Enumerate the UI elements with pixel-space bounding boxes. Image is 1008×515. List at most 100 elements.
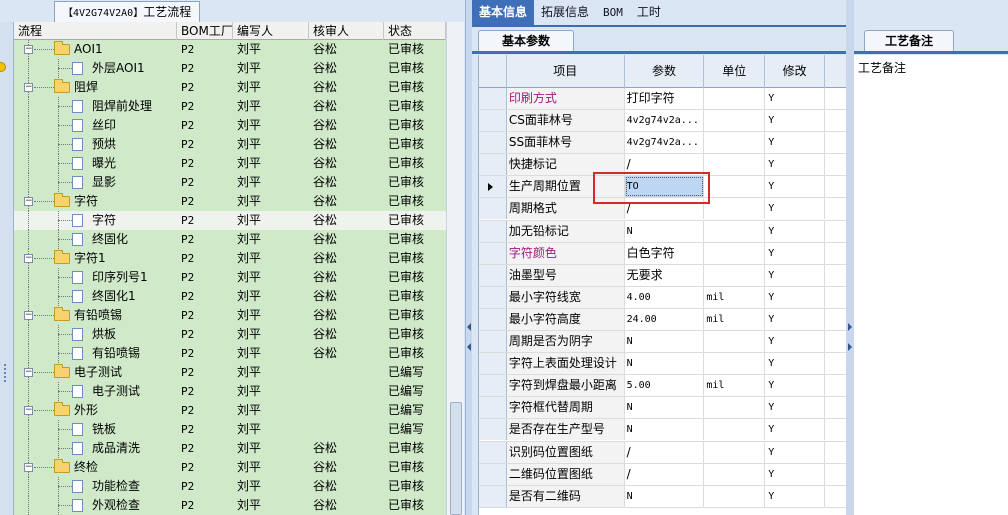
tree-vertical-scrollbar[interactable] — [446, 22, 464, 515]
tree-step-row[interactable]: 显影 P2 刘平 谷松 已审核 — [14, 173, 446, 192]
collapse-right-arrow-icon[interactable] — [848, 323, 852, 331]
param-value-cell[interactable]: / — [625, 198, 705, 220]
param-modify-cell[interactable]: Y — [765, 242, 826, 264]
tree-step-row[interactable]: 预烘 P2 刘平 谷松 已审核 — [14, 135, 446, 154]
param-value-cell[interactable]: N — [625, 397, 705, 419]
param-value-cell[interactable]: N — [625, 353, 705, 375]
param-modify-cell[interactable]: Y — [765, 154, 826, 176]
param-value-cell[interactable]: / — [625, 463, 705, 485]
collapse-toggle-icon[interactable]: − — [24, 197, 33, 206]
row-indicator[interactable] — [479, 463, 507, 485]
param-row[interactable]: 识别码位置图纸 / Y — [479, 441, 852, 464]
param-unit-cell[interactable] — [704, 176, 766, 198]
right-splitter[interactable] — [846, 0, 854, 515]
param-value-cell[interactable]: 4v2g74v2a... — [625, 132, 705, 154]
param-unit-cell[interactable] — [704, 397, 766, 419]
col-header-reviewer[interactable]: 核审人 — [309, 22, 384, 40]
param-modify-cell[interactable]: Y — [765, 110, 826, 132]
col-header-param[interactable]: 参数 — [625, 55, 705, 88]
row-indicator[interactable] — [479, 176, 507, 198]
param-row[interactable]: 是否有二维码 N Y — [479, 485, 852, 508]
param-value-cell[interactable]: 打印字符 — [625, 88, 705, 109]
tree-step-row[interactable]: 烘板 P2 刘平 谷松 已审核 — [14, 325, 446, 344]
param-row[interactable]: 字符框代替周期 N Y — [479, 397, 852, 420]
tree-folder-row[interactable]: − 终检 P2 刘平 谷松 已审核 — [14, 458, 446, 477]
tree-step-row[interactable]: 有铅喷锡 P2 刘平 谷松 已审核 — [14, 344, 446, 363]
row-indicator[interactable] — [479, 419, 507, 441]
param-unit-cell[interactable] — [704, 485, 766, 507]
param-modify-cell[interactable]: Y — [765, 220, 826, 242]
param-modify-cell[interactable]: Y — [765, 331, 826, 353]
param-value-cell[interactable]: 白色字符 — [625, 242, 705, 264]
param-modify-cell[interactable]: Y — [765, 485, 826, 507]
param-unit-cell[interactable] — [704, 132, 766, 154]
param-value-cell[interactable]: TO — [624, 176, 705, 198]
param-row[interactable]: 字符上表面处理设计 N Y — [479, 353, 852, 376]
param-value-cell[interactable]: 24.00 — [625, 308, 705, 330]
param-row[interactable]: 周期是否为阴字 N Y — [479, 331, 852, 354]
param-row[interactable]: 最小字符高度 24.00 mil Y — [479, 308, 852, 332]
row-indicator[interactable] — [479, 397, 507, 419]
row-indicator[interactable] — [479, 264, 507, 286]
tab-process-remarks[interactable]: 工艺备注 — [864, 30, 954, 52]
row-indicator[interactable] — [479, 198, 507, 220]
tree-step-row[interactable]: 电子测试 P2 刘平 已编写 — [14, 382, 446, 401]
tree-step-row[interactable]: 字符 P2 刘平 谷松 已审核 — [14, 211, 446, 230]
param-modify-cell[interactable]: Y — [765, 441, 826, 463]
collapse-left-arrow-icon[interactable] — [467, 323, 471, 331]
param-row[interactable]: 印刷方式 打印字符 Y — [479, 88, 852, 111]
param-value-cell[interactable]: / — [625, 154, 705, 176]
remarks-area[interactable]: 工艺备注 — [854, 55, 1008, 515]
param-modify-cell[interactable]: Y — [765, 176, 826, 198]
col-header-flow[interactable]: 流程 — [14, 22, 177, 40]
param-unit-cell[interactable]: mil — [704, 375, 766, 397]
collapse-toggle-icon[interactable]: − — [24, 406, 33, 415]
tree-step-row[interactable]: 阻焊前处理 P2 刘平 谷松 已审核 — [14, 97, 446, 116]
param-value-cell[interactable]: / — [625, 441, 705, 463]
row-indicator[interactable] — [479, 286, 507, 308]
tree-folder-row[interactable]: − 阻焊 P2 刘平 谷松 已审核 — [14, 78, 446, 97]
param-row[interactable]: 是否存在生产型号 N Y — [479, 419, 852, 442]
col-header-unit[interactable]: 单位 — [704, 55, 766, 88]
tree-step-row[interactable]: 功能检查 P2 刘平 谷松 已审核 — [14, 477, 446, 496]
tab-bom[interactable]: BOM — [596, 0, 630, 25]
row-indicator[interactable] — [479, 88, 507, 109]
row-indicator[interactable] — [479, 110, 507, 132]
param-value-cell[interactable]: N — [625, 485, 705, 507]
process-flow-window-tab[interactable]: 【4V2G74V2A0】工艺流程 — [54, 1, 201, 22]
tree-step-row[interactable]: 铣板 P2 刘平 已编写 — [14, 420, 446, 439]
param-modify-cell[interactable]: Y — [765, 286, 826, 308]
param-row[interactable]: 快捷标记 / Y — [479, 154, 852, 177]
param-modify-cell[interactable]: Y — [765, 132, 826, 154]
tree-folder-row[interactable]: − AOI1 P2 刘平 谷松 已审核 — [14, 40, 446, 59]
param-modify-cell[interactable]: Y — [765, 463, 826, 485]
param-row[interactable]: SS面菲林号 4v2g74v2a... Y — [479, 132, 852, 155]
row-indicator[interactable] — [479, 220, 507, 242]
param-value-cell[interactable]: N — [625, 419, 705, 441]
param-value-cell[interactable]: N — [625, 220, 705, 242]
collapse-left-arrow-icon-2[interactable] — [467, 343, 471, 351]
param-unit-cell[interactable] — [704, 419, 766, 441]
tree-step-row[interactable]: 终固化1 P2 刘平 谷松 已审核 — [14, 287, 446, 306]
collapse-toggle-icon[interactable]: − — [24, 311, 33, 320]
collapse-toggle-icon[interactable]: − — [24, 463, 33, 472]
param-modify-cell[interactable]: Y — [765, 419, 826, 441]
param-unit-cell[interactable] — [704, 220, 766, 242]
param-row[interactable]: 二维码位置图纸 / Y — [479, 463, 852, 486]
param-unit-cell[interactable] — [704, 463, 766, 485]
param-modify-cell[interactable]: Y — [765, 264, 826, 286]
row-indicator[interactable] — [479, 353, 507, 375]
tree-step-row[interactable]: 印序列号1 P2 刘平 谷松 已审核 — [14, 268, 446, 287]
param-value-cell[interactable]: 无要求 — [625, 264, 705, 286]
tree-step-row[interactable]: 曝光 P2 刘平 谷松 已审核 — [14, 154, 446, 173]
param-row[interactable]: 字符颜色 白色字符 Y — [479, 242, 852, 265]
tab-basic-params[interactable]: 基本参数 — [478, 30, 574, 52]
row-indicator[interactable] — [479, 441, 507, 463]
param-unit-cell[interactable] — [704, 331, 766, 353]
collapse-toggle-icon[interactable]: − — [24, 254, 33, 263]
tree-step-row[interactable]: 丝印 P2 刘平 谷松 已审核 — [14, 116, 446, 135]
col-header-modify[interactable]: 修改 — [765, 55, 826, 88]
row-indicator[interactable] — [479, 331, 507, 353]
param-value-cell[interactable]: 5.00 — [625, 375, 705, 397]
param-unit-cell[interactable]: mil — [704, 286, 766, 308]
